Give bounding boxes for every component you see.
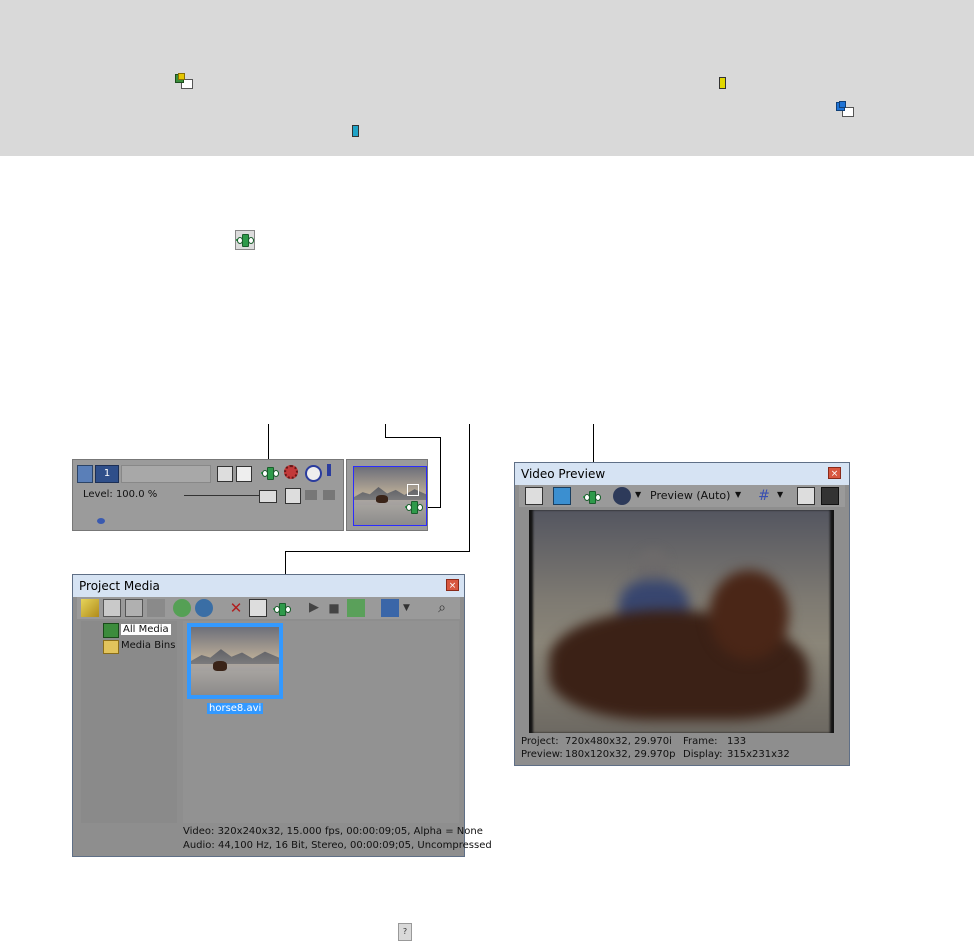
yellow-bar-icon <box>719 77 726 89</box>
project-media-window: Project Media × ✕ ▶ ■ ▼ ⌕ All Media Medi… <box>72 574 492 857</box>
tree-item-media-bins[interactable]: Media Bins <box>121 640 175 651</box>
preview-frame <box>529 510 834 733</box>
clip-thumbnail <box>191 627 279 695</box>
save-snapshot-icon[interactable] <box>821 487 839 505</box>
display-label: Display: <box>683 749 723 760</box>
media-content: horse8.avi <box>183 621 459 823</box>
track-number: 1 <box>95 465 119 483</box>
track-minimize-icon[interactable] <box>77 465 93 483</box>
move-up-icon[interactable] <box>305 490 317 500</box>
clip-selection[interactable] <box>187 623 283 699</box>
search-media-icon[interactable] <box>195 599 213 617</box>
generated-media-icon[interactable] <box>285 488 301 504</box>
folder-icon <box>103 640 119 654</box>
video-preview-window: Video Preview × ▼ Preview (Auto) ▼ # ▼ P… <box>514 462 850 766</box>
display-value: 315x231x32 <box>727 749 790 760</box>
video-fx-chain-icon <box>235 230 255 250</box>
video-output-fx-icon[interactable] <box>583 490 601 504</box>
play-icon[interactable]: ▶ <box>305 599 323 617</box>
properties-icon[interactable] <box>525 487 543 505</box>
split-screen-icon[interactable] <box>613 487 631 505</box>
frame-label: Frame: <box>683 736 718 747</box>
motion-icon[interactable] <box>284 465 298 479</box>
window-title: Video Preview <box>521 467 606 481</box>
callout-line <box>385 437 441 438</box>
help-icon: ? <box>398 923 412 941</box>
stop-icon[interactable]: ■ <box>325 599 343 617</box>
event-fx-icon <box>175 73 193 89</box>
preview-label: Preview: <box>521 749 563 760</box>
note-band <box>0 0 974 156</box>
timeline-event[interactable] <box>346 459 428 531</box>
track-fx-icon[interactable] <box>261 466 279 480</box>
auto-preview-icon[interactable] <box>347 599 365 617</box>
window-title: Project Media <box>79 579 160 593</box>
expand-icon[interactable] <box>97 518 105 524</box>
get-photos-icon[interactable] <box>125 599 143 617</box>
media-tree: All Media Media Bins <box>81 621 177 823</box>
event-thumbnail <box>353 466 427 526</box>
close-icon[interactable]: × <box>446 579 459 591</box>
project-label: Project: <box>521 736 559 747</box>
callout-line <box>440 437 441 508</box>
cyan-bar-icon <box>352 125 359 137</box>
frame-value: 133 <box>727 736 747 747</box>
status-audio: Audio: 44,100 Hz, 16 Bit, Stereo, 00:00:… <box>183 840 492 851</box>
capture-icon[interactable] <box>103 599 121 617</box>
mute-icon[interactable] <box>305 465 322 482</box>
all-media-icon <box>103 623 119 638</box>
remove-icon[interactable]: ✕ <box>227 599 245 617</box>
level-slider-handle[interactable] <box>259 490 277 503</box>
chevron-down-icon[interactable]: ▼ <box>403 599 421 617</box>
level-label: Level: 100.0 % <box>83 489 158 500</box>
parent-track-icon[interactable] <box>236 466 252 482</box>
level-slider-track[interactable] <box>184 495 259 496</box>
get-media-web-icon[interactable] <box>173 599 191 617</box>
event-fx-icon[interactable] <box>405 500 423 514</box>
composite-mode-icon[interactable] <box>217 466 233 482</box>
preview-quality-select[interactable]: Preview (Auto) <box>650 489 730 502</box>
blue-fx-icon <box>836 101 854 117</box>
views-icon[interactable] <box>381 599 399 617</box>
project-value: 720x480x32, 29.970i <box>565 736 672 747</box>
import-media-icon[interactable] <box>81 599 99 617</box>
track-header: 1 Level: 100.0 % <box>72 459 344 531</box>
chevron-down-icon[interactable]: ▼ <box>635 490 641 499</box>
event-pan-crop-icon[interactable] <box>407 484 419 496</box>
solo-icon[interactable] <box>327 464 331 476</box>
callout-line <box>285 551 470 552</box>
move-down-icon[interactable] <box>323 490 335 500</box>
status-video: Video: 320x240x32, 15.000 fps, 00:00:09;… <box>183 826 483 837</box>
callout-line <box>469 424 470 552</box>
video-preview-toolbar: ▼ Preview (Auto) ▼ # ▼ <box>519 485 845 507</box>
close-icon[interactable]: × <box>828 467 841 479</box>
video-preview-titlebar: Video Preview × <box>515 463 849 485</box>
overlays-icon[interactable]: # <box>755 487 773 505</box>
project-media-titlebar: Project Media × <box>73 575 464 597</box>
clip-name[interactable]: horse8.avi <box>207 703 264 714</box>
media-fx-icon[interactable] <box>273 602 291 616</box>
chevron-down-icon[interactable]: ▼ <box>735 490 741 499</box>
callout-line <box>385 424 386 438</box>
chevron-down-icon[interactable]: ▼ <box>777 490 783 499</box>
project-media-toolbar: ✕ ▶ ■ ▼ ⌕ <box>77 597 460 619</box>
tree-item-all-media[interactable]: All Media <box>121 624 171 635</box>
copy-snapshot-icon[interactable] <box>797 487 815 505</box>
preview-value: 180x120x32, 29.970p <box>565 749 676 760</box>
properties-icon[interactable] <box>249 599 267 617</box>
track-name-field[interactable] <box>121 465 211 483</box>
extract-audio-icon[interactable] <box>147 599 165 617</box>
external-monitor-icon[interactable] <box>553 487 571 505</box>
zoom-icon[interactable]: ⌕ <box>433 599 451 617</box>
